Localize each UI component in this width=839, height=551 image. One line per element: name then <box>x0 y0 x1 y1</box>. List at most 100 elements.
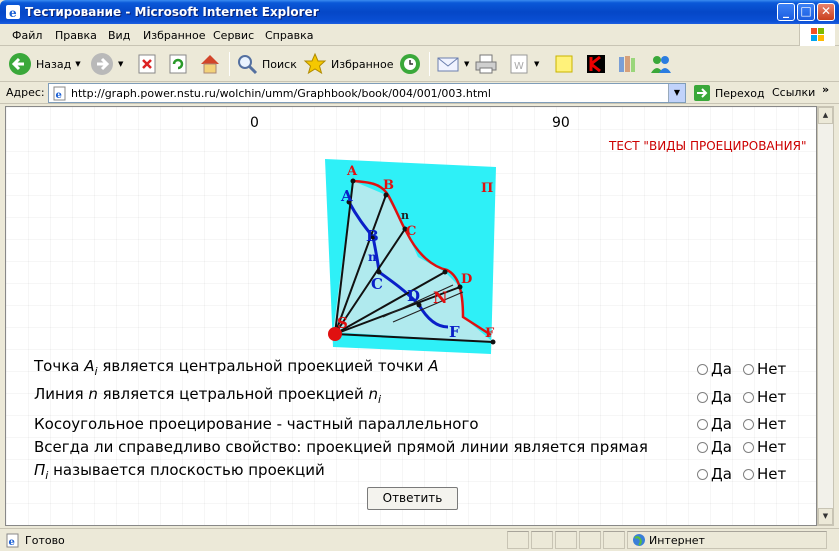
messenger-button[interactable] <box>649 50 673 78</box>
maximize-button[interactable]: □ <box>797 3 815 21</box>
word-document-icon: W <box>510 54 528 74</box>
notes-button[interactable] <box>553 50 575 78</box>
svg-text:D: D <box>407 287 420 305</box>
radio-icon[interactable] <box>743 391 754 403</box>
menu-file[interactable]: Файл <box>12 29 42 42</box>
q5-yes-radio[interactable]: Да <box>697 465 732 483</box>
messenger-people-icon <box>651 56 671 73</box>
scroll-up-button[interactable]: ▲ <box>818 107 833 124</box>
back-button[interactable]: Назад ▼ <box>8 50 81 78</box>
address-bar: Адрес: e http://graph.power.nstu.ru/wolc… <box>0 82 839 104</box>
menu-bar: Файл Правка Вид Избранное Сервис Справка <box>0 24 839 46</box>
security-zone: Интернет <box>649 534 705 547</box>
menu-help[interactable]: Справка <box>265 29 313 42</box>
page-done-icon: e <box>6 533 19 548</box>
q2-yes-radio[interactable]: Да <box>697 388 732 406</box>
chevron-down-icon: ▼ <box>464 60 470 68</box>
q4-yes-radio[interactable]: Да <box>697 438 732 456</box>
print-button[interactable] <box>474 50 498 78</box>
radio-icon[interactable] <box>697 418 708 430</box>
printer-icon <box>475 54 497 74</box>
stop-button[interactable] <box>136 50 158 78</box>
research-button[interactable] <box>616 50 638 78</box>
scroll-down-button[interactable]: ▼ <box>818 508 833 525</box>
menu-view[interactable]: Вид <box>108 29 130 42</box>
chevron-down-icon: ▼ <box>534 60 540 68</box>
chevron-right-icon[interactable]: » <box>822 83 829 96</box>
svg-text:B: B <box>383 178 394 193</box>
favorites-button[interactable]: Избранное <box>303 50 393 78</box>
q5-no-radio[interactable]: Нет <box>743 465 786 483</box>
search-icon <box>238 55 258 75</box>
svg-text:e: e <box>56 90 62 101</box>
svg-text:S: S <box>337 314 348 332</box>
home-icon <box>201 55 219 74</box>
mail-button[interactable]: ▼ <box>436 50 469 78</box>
menu-edit[interactable]: Правка <box>55 29 97 42</box>
chevron-down-icon: ▼ <box>75 60 81 68</box>
submit-button[interactable]: Ответить <box>367 487 458 510</box>
search-button[interactable]: Поиск <box>236 50 297 78</box>
kaspersky-icon <box>587 55 605 73</box>
svg-text:W: W <box>514 61 524 72</box>
window-title: Тестирование - Microsoft Internet Explor… <box>25 5 319 19</box>
ie-icon: e <box>6 5 20 20</box>
svg-text:C: C <box>371 275 383 293</box>
minimize-button[interactable]: _ <box>777 3 795 21</box>
radio-icon[interactable] <box>743 363 754 375</box>
home-button[interactable] <box>198 50 222 78</box>
question-4: Всегда ли справедливо свойство: проекцие… <box>34 438 648 456</box>
windows-logo-icon <box>799 24 835 46</box>
status-bar: e Готово Интернет <box>0 528 839 551</box>
test-title: ТЕСТ "ВИДЫ ПРОЕЦИРОВАНИЯ" <box>609 139 807 153</box>
forward-button[interactable]: ▼ <box>90 50 123 78</box>
page-content: 0 90 ТЕСТ "ВИДЫ ПРОЕЦИРОВАНИЯ" П A B n C… <box>5 106 817 526</box>
q3-yes-radio[interactable]: Да <box>697 415 732 433</box>
refresh-button[interactable] <box>167 50 189 78</box>
plane-label: П <box>481 181 493 196</box>
history-button[interactable] <box>398 50 422 78</box>
globe-icon <box>633 534 645 546</box>
svg-text:F: F <box>449 323 460 341</box>
address-url: http://graph.power.nstu.ru/wolchin/umm/G… <box>71 87 491 100</box>
kaspersky-button[interactable] <box>585 50 607 78</box>
svg-text:n: n <box>401 209 409 222</box>
svg-text:N: N <box>433 288 448 307</box>
question-2: Линия n является цетральной проекцией ni <box>34 385 382 406</box>
address-label: Адрес: <box>6 86 45 99</box>
history-icon <box>400 54 420 74</box>
refresh-icon <box>169 54 187 74</box>
q2-no-radio[interactable]: Нет <box>743 388 786 406</box>
q1-yes-radio[interactable]: Да <box>697 360 732 378</box>
radio-icon[interactable] <box>743 468 754 480</box>
radio-icon[interactable] <box>697 363 708 375</box>
radio-icon[interactable] <box>743 441 754 453</box>
projection-figure: П A B n C D F A B n C D N F S <box>325 159 496 354</box>
address-input[interactable]: e http://graph.power.nstu.ru/wolchin/umm… <box>48 83 686 103</box>
svg-text:D: D <box>461 272 472 287</box>
radio-icon[interactable] <box>697 391 708 403</box>
vertical-scrollbar[interactable]: ▲ ▼ <box>817 106 834 526</box>
svg-text:B: B <box>366 227 379 245</box>
q4-no-radio[interactable]: Нет <box>743 438 786 456</box>
svg-text:C: C <box>406 224 416 239</box>
address-dropdown-button[interactable]: ▼ <box>668 84 685 102</box>
menu-favorites[interactable]: Избранное <box>143 29 205 42</box>
stop-icon <box>138 54 156 74</box>
q3-no-radio[interactable]: Нет <box>743 415 786 433</box>
toolbar: Назад ▼ ▼ Поиск Избранное ▼ W ▼ <box>0 46 839 82</box>
menu-tools[interactable]: Сервис <box>213 29 254 42</box>
forward-arrow-icon <box>91 53 113 75</box>
sticky-note-icon <box>555 55 573 73</box>
radio-icon[interactable] <box>697 441 708 453</box>
star-icon <box>303 52 327 75</box>
svg-text:e: e <box>9 6 17 20</box>
books-icon <box>619 56 635 72</box>
radio-icon[interactable] <box>743 418 754 430</box>
close-button[interactable]: ✕ <box>817 3 835 21</box>
edit-button[interactable]: W ▼ <box>508 50 539 78</box>
q1-no-radio[interactable]: Нет <box>743 360 786 378</box>
links-button[interactable]: Ссылки <box>772 86 815 99</box>
go-button[interactable]: Переход <box>693 84 765 102</box>
radio-icon[interactable] <box>697 468 708 480</box>
